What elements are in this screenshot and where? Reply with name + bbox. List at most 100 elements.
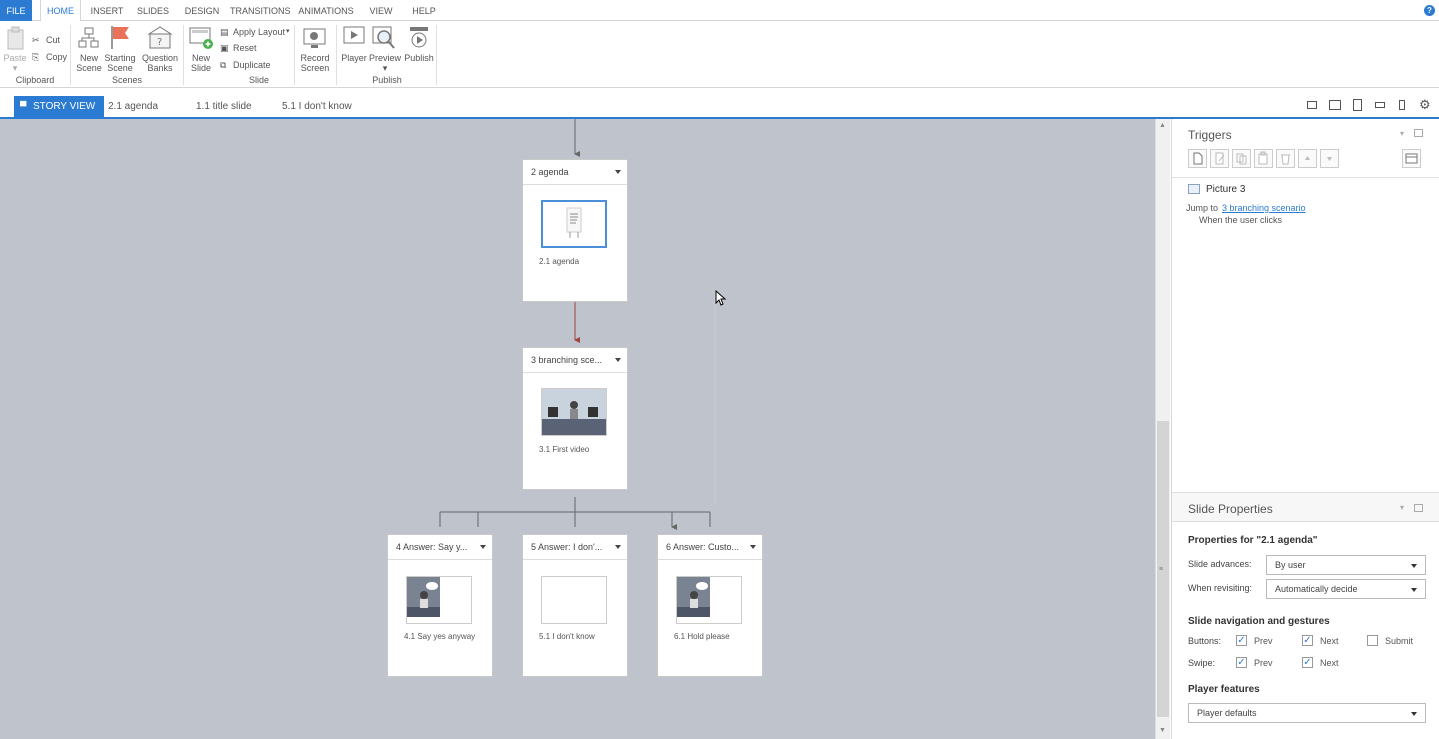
scene-card-branching[interactable]: 3 branching sce... 3.1 First video bbox=[522, 347, 628, 490]
apply-layout-dropdown-icon[interactable]: ▾ bbox=[286, 26, 290, 38]
copy-trigger-icon[interactable] bbox=[1232, 149, 1251, 168]
scene-card-agenda[interactable]: 2 agenda 2.1 agenda bbox=[522, 159, 628, 302]
help-icon[interactable]: ? bbox=[1424, 5, 1435, 16]
scene-card-answer-say-yes[interactable]: 4 Answer: Say y... 4.1 Say yes anyway bbox=[387, 534, 493, 677]
swipe-prev-checkbox[interactable]: ✓ bbox=[1236, 657, 1247, 668]
starting-scene-label-1[interactable]: Starting bbox=[104, 53, 136, 63]
new-scene-label-2[interactable]: Scene bbox=[74, 63, 104, 73]
buttons-next-checkbox[interactable]: ✓ bbox=[1302, 635, 1313, 646]
question-bank-icon[interactable]: ? bbox=[147, 25, 173, 51]
tab-animations[interactable]: ANIMATIONS bbox=[296, 0, 356, 21]
tab-view[interactable]: VIEW bbox=[363, 0, 399, 21]
tab-5-1-i-dont-know[interactable]: 5.1 I don't know bbox=[282, 96, 352, 117]
slide-thumbnail[interactable] bbox=[541, 200, 607, 248]
vertical-scrollbar[interactable]: ▲ ≡ ▼ bbox=[1155, 119, 1170, 739]
reset-button[interactable]: Reset bbox=[233, 42, 257, 54]
move-down-icon[interactable] bbox=[1320, 149, 1339, 168]
question-banks-label-1[interactable]: Question bbox=[140, 53, 180, 63]
when-revisiting-select[interactable]: Automatically decide bbox=[1266, 579, 1426, 599]
buttons-submit-checkbox[interactable] bbox=[1367, 635, 1378, 646]
buttons-prev-checkbox[interactable]: ✓ bbox=[1236, 635, 1247, 646]
chevron-down-icon[interactable] bbox=[615, 358, 621, 362]
reset-icon[interactable]: ▣ bbox=[220, 42, 229, 54]
tab-help[interactable]: HELP bbox=[406, 0, 442, 21]
preview-dropdown-icon[interactable]: ▾ bbox=[380, 63, 390, 73]
move-up-icon[interactable] bbox=[1298, 149, 1317, 168]
new-slide-icon[interactable] bbox=[189, 27, 215, 51]
chevron-down-icon[interactable] bbox=[750, 545, 756, 549]
chevron-down-icon[interactable] bbox=[615, 170, 621, 174]
slide-properties-popout-icon[interactable] bbox=[1414, 504, 1423, 512]
triggers-popout-icon[interactable] bbox=[1414, 129, 1423, 137]
scroll-up-icon[interactable]: ▲ bbox=[1159, 122, 1166, 129]
player-icon[interactable] bbox=[343, 26, 365, 50]
chevron-down-icon[interactable] bbox=[480, 545, 486, 549]
new-trigger-icon[interactable] bbox=[1188, 149, 1207, 168]
scene-title[interactable]: 6 Answer: Custo... bbox=[658, 535, 762, 560]
phone-portrait-icon[interactable] bbox=[1399, 100, 1405, 110]
trigger-action-link[interactable]: 3 branching scenario bbox=[1222, 203, 1306, 213]
starting-scene-label-2[interactable]: Scene bbox=[104, 63, 136, 73]
duplicate-button[interactable]: Duplicate bbox=[233, 59, 271, 71]
phone-landscape-icon[interactable] bbox=[1375, 102, 1385, 108]
layout-icon[interactable]: ▤ bbox=[220, 26, 229, 38]
paste-label[interactable]: Paste bbox=[2, 53, 28, 63]
paste-trigger-icon[interactable] bbox=[1254, 149, 1273, 168]
story-canvas[interactable]: 2 agenda 2.1 agenda 3 branching sce... 3… bbox=[0, 119, 1155, 739]
scene-title[interactable]: 5 Answer: I don'... bbox=[523, 535, 627, 560]
cut-button[interactable]: Cut bbox=[46, 34, 60, 46]
player-button[interactable]: Player bbox=[338, 53, 370, 63]
slide-advances-select[interactable]: By user bbox=[1266, 555, 1426, 575]
scroll-down-icon[interactable]: ▼ bbox=[1159, 727, 1166, 734]
slide-properties-collapse-icon[interactable]: ▾ bbox=[1400, 503, 1404, 512]
tab-story-view[interactable]: ▀ STORY VIEW bbox=[14, 96, 104, 117]
new-slide-label-1[interactable]: New bbox=[186, 53, 216, 63]
swipe-next-checkbox[interactable]: ✓ bbox=[1302, 657, 1313, 668]
trigger-object-name[interactable]: Picture 3 bbox=[1206, 184, 1245, 195]
triggers-collapse-icon[interactable]: ▾ bbox=[1400, 129, 1404, 138]
paste-dropdown-icon[interactable]: ▾ bbox=[10, 63, 20, 73]
record-screen-icon[interactable] bbox=[303, 26, 327, 50]
tab-insert[interactable]: INSERT bbox=[88, 0, 126, 21]
apply-layout-button[interactable]: Apply Layout bbox=[233, 26, 285, 38]
record-screen-label-2[interactable]: Screen bbox=[297, 63, 333, 73]
question-banks-label-2[interactable]: Banks bbox=[140, 63, 180, 73]
publish-button[interactable]: Publish bbox=[402, 53, 436, 63]
desktop-view-icon[interactable] bbox=[1307, 101, 1317, 109]
scene-title[interactable]: 3 branching sce... bbox=[523, 348, 627, 373]
chevron-down-icon[interactable] bbox=[615, 545, 621, 549]
delete-trigger-icon[interactable] bbox=[1276, 149, 1295, 168]
tablet-landscape-icon[interactable] bbox=[1329, 100, 1341, 110]
edit-trigger-icon[interactable] bbox=[1210, 149, 1229, 168]
tab-slides[interactable]: SLIDES bbox=[133, 0, 173, 21]
record-screen-label-1[interactable]: Record bbox=[297, 53, 333, 63]
tab-2-1-agenda[interactable]: 2.1 agenda bbox=[108, 96, 158, 117]
new-slide-label-2[interactable]: Slide bbox=[186, 63, 216, 73]
scene-title[interactable]: 4 Answer: Say y... bbox=[388, 535, 492, 560]
gear-icon[interactable]: ⚙ bbox=[1419, 97, 1431, 113]
new-scene-label-1[interactable]: New bbox=[74, 53, 104, 63]
copy-button[interactable]: Copy bbox=[46, 51, 67, 63]
new-scene-icon[interactable] bbox=[78, 26, 100, 50]
tab-1-1-title-slide[interactable]: 1.1 title slide bbox=[196, 96, 252, 117]
tab-design[interactable]: DESIGN bbox=[180, 0, 224, 21]
player-features-select[interactable]: Player defaults bbox=[1188, 703, 1426, 723]
tab-home[interactable]: HOME bbox=[40, 0, 81, 22]
slide-thumbnail[interactable] bbox=[541, 388, 607, 436]
scene-title[interactable]: 2 agenda bbox=[523, 160, 627, 185]
copy-icon[interactable]: ⎘ bbox=[32, 51, 39, 63]
tablet-portrait-icon[interactable] bbox=[1353, 99, 1362, 111]
preview-icon[interactable] bbox=[372, 25, 396, 51]
flag-icon[interactable] bbox=[108, 24, 132, 50]
scene-card-answer-dont-know[interactable]: 5 Answer: I don'... 5.1 I don't know bbox=[522, 534, 628, 677]
slide-thumbnail[interactable] bbox=[541, 576, 607, 624]
preview-button[interactable]: Preview bbox=[368, 53, 402, 63]
paste-icon[interactable] bbox=[6, 26, 26, 50]
slide-thumbnail[interactable] bbox=[406, 576, 472, 624]
slide-thumbnail[interactable] bbox=[676, 576, 742, 624]
scissors-icon[interactable]: ✂ bbox=[32, 34, 40, 46]
tab-transitions[interactable]: TRANSITIONS bbox=[230, 0, 291, 21]
duplicate-icon[interactable]: ⧉ bbox=[220, 59, 226, 71]
scene-card-answer-custom[interactable]: 6 Answer: Custo... 6.1 Hold please bbox=[657, 534, 763, 677]
manage-variables-icon[interactable] bbox=[1402, 149, 1421, 168]
